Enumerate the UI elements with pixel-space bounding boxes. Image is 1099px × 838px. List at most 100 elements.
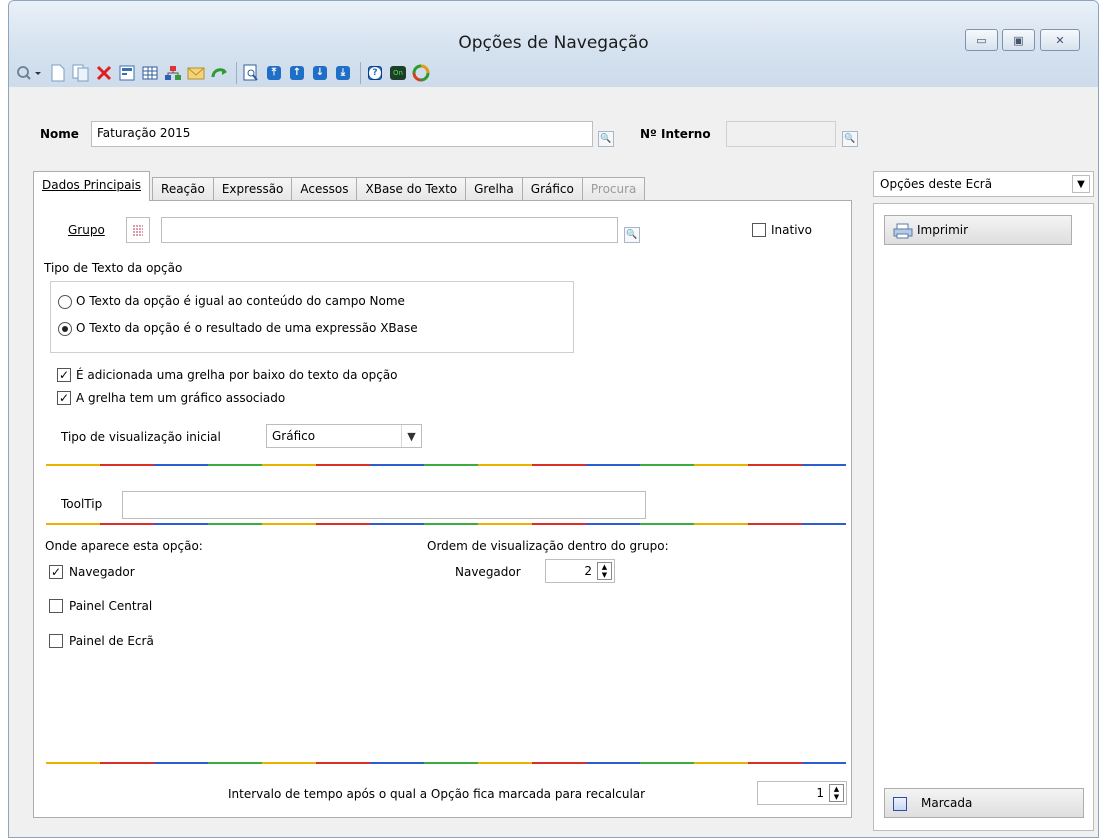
move-bottom-button[interactable]: ⤓ [333, 63, 353, 83]
maximize-button[interactable]: ▣ [1002, 29, 1035, 51]
grelha-label: É adicionada uma grelha por baixo do tex… [76, 368, 398, 382]
spinner-buttons[interactable]: ▲ ▼ [829, 784, 844, 802]
tab-grafico[interactable]: Gráfico [521, 177, 583, 201]
properties-icon [119, 65, 135, 81]
grupo-field[interactable] [161, 217, 618, 243]
spin-down-icon[interactable]: ▼ [602, 571, 607, 579]
radio-nome-label: O Texto da opção é igual ao conteúdo do … [76, 294, 405, 308]
radio-expressao[interactable] [58, 322, 72, 336]
divider [46, 523, 846, 525]
tab-label: Expressão [221, 182, 284, 196]
spin-up-icon[interactable]: ▲ [834, 785, 839, 793]
title-bar: Opções de Navegação ▭ ▣ ✕ ⤒ ↑ ↓ ⤓ ? On [9, 1, 1098, 87]
navegador-checkbox[interactable]: ✓ [49, 565, 63, 579]
move-up-icon: ↑ [290, 66, 304, 80]
search-icon [17, 66, 41, 80]
painel-ecra-checkbox[interactable] [49, 634, 63, 648]
recycle-icon [412, 64, 430, 82]
ordem-navegador-spinner[interactable]: 2 ▲ ▼ [545, 559, 615, 583]
tab-label: Dados Principais [42, 178, 142, 192]
ordem-label: Ordem de visualização dentro do grupo: [427, 539, 669, 553]
side-panel: Opções deste Ecrã ▼ Imprimir Marcada [873, 171, 1094, 831]
chevron-down-icon: ▼ [401, 425, 421, 447]
interno-lookup-icon[interactable]: 🔍 [842, 131, 858, 147]
tab-grelha[interactable]: Grelha [465, 177, 523, 201]
tab-label: Procura [590, 182, 637, 196]
tipo-visualizacao-label: Tipo de visualização inicial [61, 430, 221, 444]
help-icon: ? [368, 66, 382, 80]
tab-expressao[interactable]: Expressão [212, 177, 293, 201]
onde-aparece-label: Onde aparece esta opção: [45, 539, 203, 553]
grelha-checkbox[interactable]: ✓ [57, 368, 71, 382]
grafico-checkbox[interactable]: ✓ [57, 391, 71, 405]
close-button[interactable]: ✕ [1040, 29, 1080, 51]
inativo-checkbox[interactable] [752, 223, 766, 237]
tab-acessos[interactable]: Acessos [291, 177, 358, 201]
delete-icon [96, 65, 112, 81]
grid-button[interactable] [140, 63, 160, 83]
nome-lookup-icon[interactable]: 🔍 [598, 131, 614, 147]
help-button[interactable]: ? [365, 63, 385, 83]
printer-icon [893, 223, 913, 239]
marcada-icon [893, 797, 907, 811]
properties-button[interactable] [117, 63, 137, 83]
delete-button[interactable] [94, 63, 114, 83]
tab-strip: Dados Principais Reação Expressão Acesso… [33, 171, 646, 201]
mail-button[interactable] [186, 63, 206, 83]
refresh-button[interactable] [209, 63, 229, 83]
move-up-button[interactable]: ↑ [287, 63, 307, 83]
toolbar-separator [236, 62, 237, 84]
window: Opções de Navegação ▭ ▣ ✕ ⤒ ↑ ↓ ⤓ ? On N… [8, 0, 1099, 838]
mail-icon [187, 67, 205, 80]
tooltip-field[interactable] [122, 491, 646, 519]
interno-field[interactable] [726, 121, 836, 147]
tab-xbase-texto[interactable]: XBase do Texto [356, 177, 467, 201]
new-document-button[interactable] [48, 63, 68, 83]
window-title: Opções de Navegação [458, 33, 649, 53]
recycle-button[interactable] [411, 63, 431, 83]
spin-down-icon[interactable]: ▼ [834, 793, 839, 801]
painel-central-checkbox[interactable] [49, 599, 63, 613]
radio-nome[interactable] [58, 295, 72, 309]
nome-field[interactable]: Faturação 2015 [91, 121, 593, 147]
move-top-button[interactable]: ⤒ [264, 63, 284, 83]
grupo-lookup-icon[interactable]: 🔍 [624, 227, 640, 243]
move-bottom-icon: ⤓ [336, 66, 350, 80]
copy-document-button[interactable] [71, 63, 91, 83]
minimize-button[interactable]: ▭ [965, 29, 998, 51]
console-button[interactable]: On [388, 63, 408, 83]
grafico-label: A grelha tem um gráfico associado [76, 391, 286, 405]
list-icon [133, 225, 143, 236]
console-icon: On [390, 66, 406, 80]
navegador-label: Navegador [69, 565, 135, 579]
painel-ecra-label: Painel de Ecrã [69, 634, 154, 648]
spin-up-icon[interactable]: ▲ [602, 563, 607, 571]
move-down-icon: ↓ [313, 66, 327, 80]
move-down-button[interactable]: ↓ [310, 63, 330, 83]
tipo-visualizacao-select[interactable]: Gráfico ▼ [266, 424, 422, 448]
tab-reacao[interactable]: Reação [152, 177, 214, 201]
intervalo-value: 1 [816, 786, 824, 800]
grupo-picker-button[interactable] [126, 217, 150, 243]
hierarchy-button[interactable] [163, 63, 183, 83]
marcada-button[interactable]: Marcada [884, 788, 1084, 818]
search-dropdown-button[interactable] [15, 63, 45, 83]
divider [46, 762, 846, 764]
tab-dados-principais[interactable]: Dados Principais [33, 171, 151, 201]
side-panel-body: Imprimir Marcada [873, 203, 1094, 831]
opcoes-ecra-select[interactable]: Opções deste Ecrã ▼ [873, 171, 1094, 197]
toolbar: ⤒ ↑ ↓ ⤓ ? On [15, 59, 434, 87]
toolbar-separator [360, 62, 361, 84]
copy-document-icon [72, 64, 89, 82]
grupo-label: Grupo [68, 223, 105, 237]
hierarchy-icon [165, 66, 181, 80]
opcoes-ecra-value: Opções deste Ecrã [880, 177, 993, 191]
painel-central-label: Painel Central [69, 599, 153, 613]
intervalo-spinner[interactable]: 1 ▲ ▼ [757, 781, 847, 805]
tab-label: Acessos [300, 182, 349, 196]
preview-button[interactable] [241, 63, 261, 83]
spinner-buttons[interactable]: ▲ ▼ [597, 562, 612, 580]
tab-label: Gráfico [530, 182, 574, 196]
tab-label: Reação [161, 182, 205, 196]
imprimir-button[interactable]: Imprimir [884, 215, 1072, 245]
